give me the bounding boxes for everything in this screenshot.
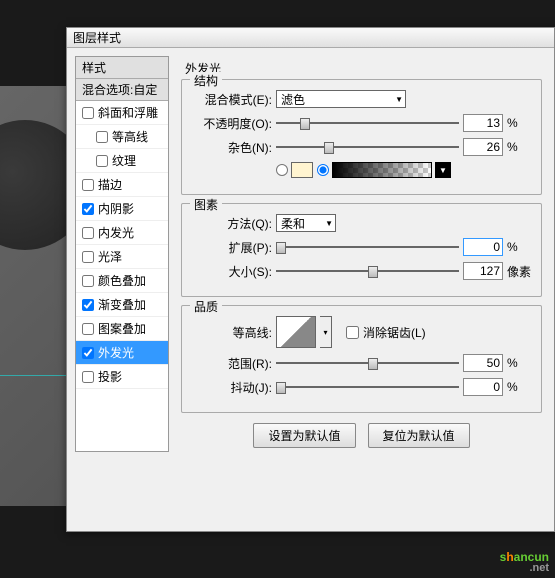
style-checkbox[interactable]: [82, 203, 94, 215]
style-checkbox[interactable]: [82, 323, 94, 335]
reset-default-button[interactable]: 复位为默认值: [368, 423, 470, 448]
jitter-unit: %: [507, 380, 531, 394]
sidebar-item-10[interactable]: 外发光: [76, 341, 168, 365]
sidebar-item-label: 光泽: [98, 248, 122, 265]
size-slider[interactable]: [276, 264, 459, 278]
range-label: 范围(R):: [192, 355, 272, 372]
range-slider[interactable]: [276, 356, 459, 370]
sidebar-item-3[interactable]: 描边: [76, 173, 168, 197]
sidebar-item-11[interactable]: 投影: [76, 365, 168, 389]
sidebar-item-6[interactable]: 光泽: [76, 245, 168, 269]
quality-group: 品质 等高线: ▾ 消除锯齿(L) 范围(R): % 抖动(J): %: [181, 305, 542, 413]
sidebar-item-label: 等高线: [112, 128, 148, 145]
set-default-button[interactable]: 设置为默认值: [253, 423, 355, 448]
element-label: 图素: [190, 196, 222, 213]
style-checkbox[interactable]: [82, 275, 94, 287]
style-checkbox[interactable]: [82, 107, 94, 119]
quality-label: 品质: [190, 298, 222, 315]
size-input[interactable]: [463, 262, 503, 280]
chevron-down-icon[interactable]: ▾: [320, 316, 332, 348]
contour-label: 等高线:: [192, 324, 272, 341]
style-checkbox[interactable]: [82, 371, 94, 383]
style-checkbox[interactable]: [82, 347, 94, 359]
style-checkbox[interactable]: [96, 155, 108, 167]
sidebar-item-label: 颜色叠加: [98, 272, 146, 289]
chevron-down-icon: ▼: [325, 219, 333, 228]
size-unit: 像素: [507, 263, 531, 280]
watermark: shancun .net: [500, 545, 549, 574]
method-value: 柔和: [281, 215, 305, 232]
blend-options-header[interactable]: 混合选项:自定: [76, 79, 168, 101]
antialias-label: 消除锯齿(L): [363, 324, 426, 341]
sidebar-header[interactable]: 样式: [76, 57, 168, 79]
color-swatch[interactable]: [291, 162, 313, 178]
blend-mode-value: 滤色: [281, 91, 305, 108]
dialog-title[interactable]: 图层样式: [67, 28, 554, 48]
spread-label: 扩展(P):: [192, 239, 272, 256]
element-group: 图素 方法(Q): 柔和 ▼ 扩展(P): % 大小(S):: [181, 203, 542, 297]
sidebar-item-4[interactable]: 内阴影: [76, 197, 168, 221]
layer-style-dialog: 图层样式 样式 混合选项:自定 斜面和浮雕等高线纹理描边内阴影内发光光泽颜色叠加…: [66, 27, 555, 532]
method-select[interactable]: 柔和 ▼: [276, 214, 336, 232]
sidebar-item-0[interactable]: 斜面和浮雕: [76, 101, 168, 125]
spread-slider[interactable]: [276, 240, 459, 254]
sidebar-item-label: 斜面和浮雕: [98, 104, 158, 121]
blend-mode-select[interactable]: 滤色 ▼: [276, 90, 406, 108]
noise-label: 杂色(N):: [192, 139, 272, 156]
antialias-checkbox[interactable]: 消除锯齿(L): [346, 324, 426, 341]
sidebar-item-label: 渐变叠加: [98, 296, 146, 313]
jitter-slider[interactable]: [276, 380, 459, 394]
spread-unit: %: [507, 240, 531, 254]
style-checkbox[interactable]: [96, 131, 108, 143]
contour-picker[interactable]: [276, 316, 316, 348]
structure-group: 结构 混合模式(E): 滤色 ▼ 不透明度(O): % 杂色(N):: [181, 79, 542, 195]
color-radio[interactable]: [276, 162, 313, 178]
sidebar-item-label: 图案叠加: [98, 320, 146, 337]
style-checkbox[interactable]: [82, 227, 94, 239]
range-unit: %: [507, 356, 531, 370]
noise-slider[interactable]: [276, 140, 459, 154]
gradient-radio[interactable]: ▼: [317, 162, 451, 178]
sidebar-item-label: 内阴影: [98, 200, 134, 217]
blend-mode-label: 混合模式(E):: [192, 91, 272, 108]
chevron-down-icon[interactable]: ▼: [435, 162, 451, 178]
sidebar-item-label: 投影: [98, 368, 122, 385]
opacity-unit: %: [507, 116, 531, 130]
noise-input[interactable]: [463, 138, 503, 156]
background-guide: [0, 375, 70, 376]
style-checkbox[interactable]: [82, 251, 94, 263]
noise-unit: %: [507, 140, 531, 154]
jitter-label: 抖动(J):: [192, 379, 272, 396]
style-checkbox[interactable]: [82, 179, 94, 191]
sidebar-item-8[interactable]: 渐变叠加: [76, 293, 168, 317]
range-input[interactable]: [463, 354, 503, 372]
method-label: 方法(Q):: [192, 215, 272, 232]
opacity-slider[interactable]: [276, 116, 459, 130]
spread-input[interactable]: [463, 238, 503, 256]
sidebar-item-5[interactable]: 内发光: [76, 221, 168, 245]
opacity-input[interactable]: [463, 114, 503, 132]
sidebar-item-9[interactable]: 图案叠加: [76, 317, 168, 341]
sidebar-item-2[interactable]: 纹理: [76, 149, 168, 173]
jitter-input[interactable]: [463, 378, 503, 396]
sidebar-item-1[interactable]: 等高线: [76, 125, 168, 149]
panel-title: 外发光: [181, 60, 542, 77]
opacity-label: 不透明度(O):: [192, 115, 272, 132]
structure-label: 结构: [190, 72, 222, 89]
chevron-down-icon: ▼: [395, 95, 403, 104]
style-checkbox[interactable]: [82, 299, 94, 311]
effect-panel: 外发光 结构 混合模式(E): 滤色 ▼ 不透明度(O): %: [177, 56, 546, 452]
sidebar-item-label: 描边: [98, 176, 122, 193]
sidebar-item-label: 外发光: [98, 344, 134, 361]
size-label: 大小(S):: [192, 263, 272, 280]
sidebar-item-7[interactable]: 颜色叠加: [76, 269, 168, 293]
style-list: 样式 混合选项:自定 斜面和浮雕等高线纹理描边内阴影内发光光泽颜色叠加渐变叠加图…: [75, 56, 169, 452]
sidebar-item-label: 内发光: [98, 224, 134, 241]
sidebar-item-label: 纹理: [112, 152, 136, 169]
gradient-swatch[interactable]: [332, 162, 432, 178]
